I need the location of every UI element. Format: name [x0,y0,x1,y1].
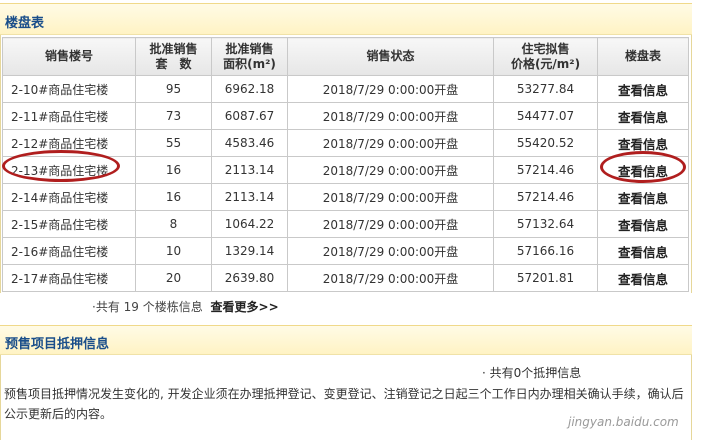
table-row: 2-11#商品住宅楼 73 6087.67 2018/7/29 0:00:00开… [2,102,689,130]
sale-status: 2018/7/29 0:00:00开盘 [287,183,494,211]
building-count-footnote: ·共有 19 个楼栋信息 查看更多>> [92,298,279,315]
sale-status: 2018/7/29 0:00:00开盘 [287,156,494,184]
proposed-price: 57166.16 [493,237,598,265]
view-info-link[interactable]: 查看信息 [597,237,689,265]
view-info-link[interactable]: 查看信息 [597,183,689,211]
building-name: 2-14#商品住宅楼 [2,183,136,211]
building-name: 2-17#商品住宅楼 [2,264,136,292]
project-table-title: 楼盘表 [5,16,45,31]
approved-area: 2639.80 [211,264,288,292]
col-header-area: 批准销售 面积(m²) [211,37,288,76]
approved-area: 6087.67 [211,102,288,130]
building-name: 2-15#商品住宅楼 [2,210,136,238]
col-header-status: 销售状态 [287,37,494,76]
col-header-price: 住宅拟售 价格(元/m²) [493,37,598,76]
approved-units: 16 [135,183,212,211]
table-row: 2-16#商品住宅楼 10 1329.14 2018/7/29 0:00:00开… [2,237,689,265]
sale-status: 2018/7/29 0:00:00开盘 [287,102,494,130]
proposed-price: 57132.64 [493,210,598,238]
view-info-link[interactable]: 查看信息 [597,210,689,238]
view-info-link[interactable]: 查看信息 [597,75,689,103]
sale-status: 2018/7/29 0:00:00开盘 [287,264,494,292]
approved-area: 1064.22 [211,210,288,238]
building-name: 2-16#商品住宅楼 [2,237,136,265]
building-name: 2-13#商品住宅楼 [2,156,136,184]
approved-units: 10 [135,237,212,265]
building-table: 销售楼号 批准销售套 数 批准销售 面积(m²) 销售状态 住宅拟售 价格(元/m²… [2,37,689,292]
watermark: jingyan.baidu.com [568,415,679,429]
table-row: 2-15#商品住宅楼 8 1064.22 2018/7/29 0:00:00开盘… [2,210,689,238]
col-header-building: 销售楼号 [2,37,136,76]
sale-status: 2018/7/29 0:00:00开盘 [287,210,494,238]
mortgage-title: 预售项目抵押信息 [5,337,110,352]
approved-area: 4583.46 [211,129,288,157]
proposed-price: 54477.07 [493,102,598,130]
proposed-price: 55420.52 [493,129,598,157]
approved-area: 2113.14 [211,156,288,184]
proposed-price: 57214.46 [493,156,598,184]
approved-area: 2113.14 [211,183,288,211]
col-header-units: 批准销售套 数 [135,37,212,76]
sale-status: 2018/7/29 0:00:00开盘 [287,129,494,157]
proposed-price: 53277.84 [493,75,598,103]
table-header-row: 销售楼号 批准销售套 数 批准销售 面积(m²) 销售状态 住宅拟售 价格(元/m²… [2,37,689,76]
approved-units: 8 [135,210,212,238]
project-table-header: 楼盘表 [0,3,692,35]
approved-units: 73 [135,102,212,130]
table-row: 2-14#商品住宅楼 16 2113.14 2018/7/29 0:00:00开… [2,183,689,211]
col-header-table: 楼盘表 [597,37,689,76]
table-row: 2-13#商品住宅楼 16 2113.14 2018/7/29 0:00:00开… [2,156,689,184]
approved-units: 16 [135,156,212,184]
approved-units: 95 [135,75,212,103]
mortgage-count: · 共有0个抵押信息 [482,366,582,380]
view-info-link[interactable]: 查看信息 [597,129,689,157]
table-row: 2-10#商品住宅楼 95 6962.18 2018/7/29 0:00:00开… [2,75,689,103]
approved-units: 55 [135,129,212,157]
proposed-price: 57214.46 [493,183,598,211]
view-more-link[interactable]: 查看更多>> [211,300,279,314]
approved-units: 20 [135,264,212,292]
building-name: 2-12#商品住宅楼 [2,129,136,157]
table-row: 2-17#商品住宅楼 20 2639.80 2018/7/29 0:00:00开… [2,264,689,292]
mortgage-header: 预售项目抵押信息 [0,325,692,355]
building-name: 2-10#商品住宅楼 [2,75,136,103]
sale-status: 2018/7/29 0:00:00开盘 [287,75,494,103]
building-count-text: ·共有 19 个楼栋信息 [92,300,203,314]
proposed-price: 57201.81 [493,264,598,292]
building-name: 2-11#商品住宅楼 [2,102,136,130]
view-info-link[interactable]: 查看信息 [597,102,689,130]
sale-status: 2018/7/29 0:00:00开盘 [287,237,494,265]
table-row: 2-12#商品住宅楼 55 4583.46 2018/7/29 0:00:00开… [2,129,689,157]
approved-area: 6962.18 [211,75,288,103]
approved-area: 1329.14 [211,237,288,265]
view-info-link[interactable]: 查看信息 [597,264,689,292]
view-info-link[interactable]: 查看信息 [597,156,689,184]
